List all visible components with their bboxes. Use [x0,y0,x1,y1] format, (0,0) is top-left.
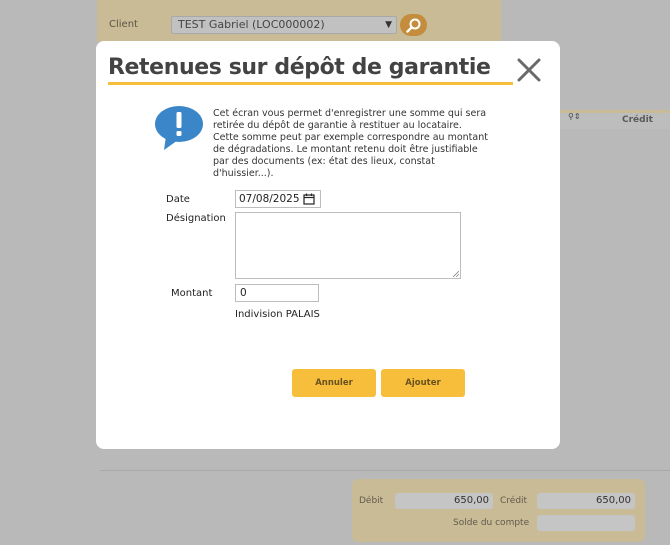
totals-panel [352,479,645,542]
client-select[interactable]: TEST Gabriel (LOC000002) ▼ [171,16,397,34]
designation-field[interactable] [235,212,461,279]
debit-field: 650,00 [395,493,493,509]
calendar-icon[interactable] [303,193,315,205]
info-icon [155,106,203,150]
date-value: 07/08/2025 [239,193,300,205]
date-input[interactable]: 07/08/2025 [235,190,321,208]
retenue-dialog: Retenues sur dépôt de garantie Cet écran… [96,41,560,449]
column-header-credit: Crédit [622,115,653,125]
credit-label: Crédit [500,496,528,506]
dialog-title: Retenues sur dépôt de garantie [108,55,491,80]
search-icon [406,18,421,33]
info-text: Cet écran vous permet d'enregistrer une … [213,108,488,179]
owner-name: Indivision PALAIS [235,309,320,320]
client-select-value: TEST Gabriel (LOC000002) [178,18,325,31]
sort-icon[interactable]: ⚲⇕ [568,112,581,121]
credit-field: 650,00 [537,493,635,509]
add-button[interactable]: Ajouter [381,369,465,397]
cancel-button[interactable]: Annuler [292,369,376,397]
debit-label: Débit [359,496,384,506]
montant-label: Montant [171,288,213,299]
title-underline [108,82,513,85]
divider [100,470,670,471]
solde-field [537,515,635,531]
date-label: Date [166,194,190,205]
solde-label: Solde du compte [453,518,530,528]
designation-label: Désignation [166,213,226,224]
resize-grip-icon[interactable] [453,271,459,277]
montant-input[interactable]: 0 [235,284,319,302]
close-icon [517,58,541,82]
client-label: Client [109,19,138,30]
chevron-down-icon: ▼ [385,20,392,30]
close-button[interactable] [516,57,542,83]
client-search-button[interactable] [400,14,427,36]
